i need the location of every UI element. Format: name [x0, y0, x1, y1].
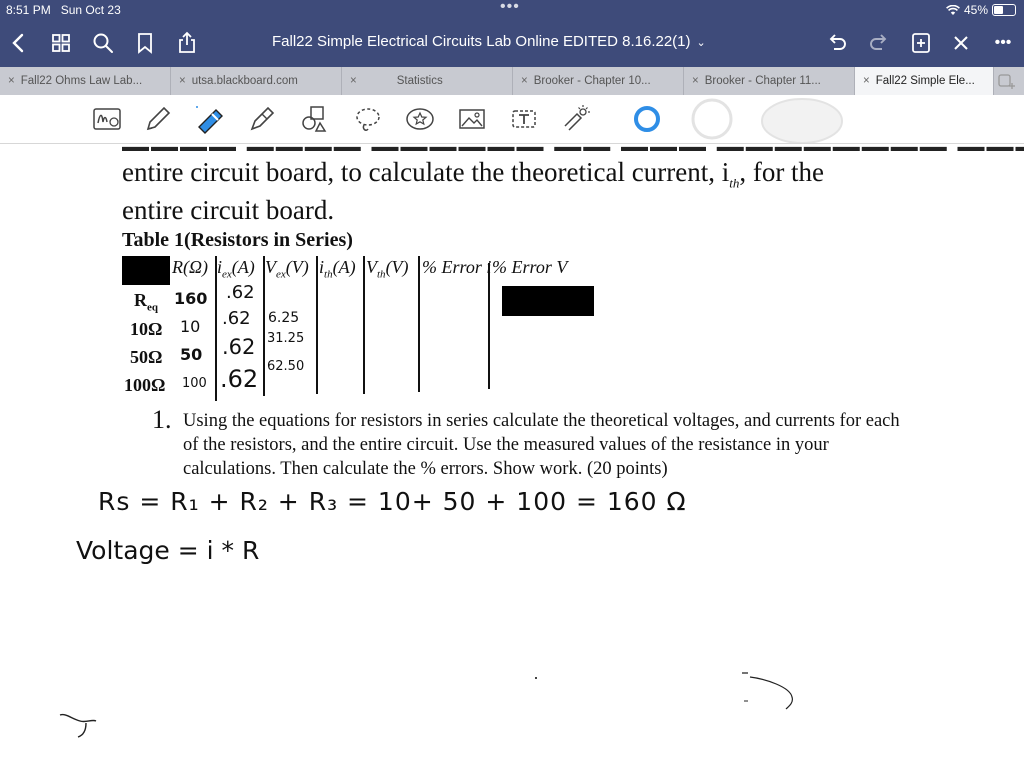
status-bar: 8:51 PM Sun Oct 23 ••• 45% — [0, 0, 1024, 20]
pen-icon[interactable] — [142, 103, 174, 135]
hand-v-50: 31.25 — [267, 331, 305, 346]
share-icon[interactable] — [174, 30, 200, 56]
hand-i-req: .62 — [226, 282, 255, 303]
hand-v-100: 62.50 — [267, 359, 305, 374]
hand-v-10: 6.25 — [268, 310, 300, 326]
blue-color-swatch-icon[interactable] — [631, 103, 663, 135]
tab-simple-electrical[interactable]: × Fall22 Simple Ele... — [855, 67, 994, 95]
hand-equation-rs: Rs = R₁ + R₂ + R₃ = 10+ 50 + 100 = 160 Ω — [98, 487, 687, 516]
tab-brooker-11[interactable]: × Brooker - Chapter 11... — [684, 67, 855, 95]
row-label-10: 10Ω — [130, 319, 163, 339]
more-icon[interactable]: ••• — [990, 30, 1016, 56]
table-rule — [263, 256, 265, 396]
header-v-ex: Vex(V) — [265, 257, 309, 281]
app-header: 8:51 PM Sun Oct 23 ••• 45% Fall22 Simple… — [0, 0, 1024, 67]
table-rule — [363, 256, 365, 394]
table-rule — [418, 256, 420, 392]
stray-pen-mark — [59, 713, 97, 738]
stickers-icon[interactable] — [404, 103, 436, 135]
nav-bar: Fall22 Simple Electrical Circuits Lab On… — [0, 22, 1024, 64]
row-label-100: 100Ω — [124, 375, 166, 395]
table-title: Table 1(Resistors in Series) — [122, 229, 353, 251]
status-time: 8:51 PM Sun Oct 23 — [6, 3, 121, 17]
image-icon[interactable] — [456, 103, 488, 135]
highlighter-icon[interactable] — [194, 103, 226, 135]
body-line-2: entire circuit board. — [122, 195, 335, 225]
battery-icon — [992, 4, 1016, 16]
chevron-down-icon[interactable]: ⌄ — [697, 37, 706, 49]
table-rule — [215, 256, 217, 401]
table-rule — [316, 256, 318, 394]
header-resistance: R(Ω) — [172, 257, 208, 277]
tab-statistics[interactable]: × Statistics — [342, 67, 513, 95]
redaction-block — [122, 256, 170, 285]
close-icon[interactable] — [948, 30, 974, 56]
search-icon[interactable] — [90, 30, 116, 56]
tab-brooker-10[interactable]: × Brooker - Chapter 10... — [513, 67, 684, 95]
tab-close-icon[interactable]: × — [179, 75, 186, 87]
tab-blackboard[interactable]: × utsa.blackboard.com — [171, 67, 342, 95]
status-right: 45% — [946, 3, 1016, 17]
hand-i-50: .62 — [222, 335, 256, 359]
redo-icon[interactable] — [866, 30, 892, 56]
tab-close-icon[interactable]: × — [8, 75, 15, 87]
redaction-block — [502, 286, 594, 316]
tab-bar: × Fall22 Ohms Law Lab... × utsa.blackboard… — [0, 67, 1024, 95]
hand-r-100: 100 — [182, 376, 207, 391]
undo-icon[interactable] — [824, 30, 850, 56]
hand-i-100: .62 — [220, 365, 259, 393]
stray-dot — [535, 677, 537, 679]
handwriting-to-text-icon[interactable] — [92, 103, 124, 135]
header-v-th: Vth(V) — [366, 257, 409, 281]
wifi-icon — [946, 4, 960, 15]
tab-ohms-law[interactable]: × Fall22 Ohms Law Lab... — [0, 67, 171, 95]
laser-pointer-icon[interactable] — [560, 103, 592, 135]
tab-close-icon[interactable]: × — [692, 75, 699, 87]
document-title[interactable]: Fall22 Simple Electrical Circuits Lab On… — [272, 33, 706, 50]
annotation-toolbar — [0, 95, 1024, 144]
grid-icon[interactable] — [48, 30, 74, 56]
new-tab-icon[interactable] — [998, 73, 1016, 94]
item-text: Using the equations for resistors in ser… — [183, 411, 900, 479]
document-page[interactable]: ▬▬▬▬ ▬▬▬▬ ▬▬▬▬▬▬ ▬▬ ▬▬▬ ▬▬▬▬▬▬▬▬ ▬▬▬▬▬▬▬… — [0, 143, 1024, 768]
body-line-1: entire circuit board, to calculate the t… — [122, 157, 825, 191]
header-error-i: % Error i — [422, 257, 492, 277]
tab-close-icon[interactable]: × — [863, 75, 870, 87]
cut-off-line: ▬▬▬▬ ▬▬▬▬ ▬▬▬▬▬▬ ▬▬ ▬▬▬ ▬▬▬▬▬▬▬▬ ▬▬▬▬▬▬▬… — [122, 143, 1024, 151]
multitask-dots[interactable]: ••• — [500, 0, 520, 16]
table-rule — [488, 263, 490, 389]
tab-close-icon[interactable]: × — [350, 75, 357, 87]
shapes-icon[interactable] — [298, 103, 330, 135]
hand-equation-voltage: Voltage = i * R — [76, 536, 260, 565]
back-chevron-icon[interactable] — [6, 30, 32, 56]
stray-pen-mark — [742, 672, 793, 710]
hand-r-10: 10 — [180, 317, 201, 336]
header-i-th: ith(A) — [319, 257, 356, 281]
row-label-50: 50Ω — [130, 347, 163, 367]
header-i-ex: iex(A) — [217, 257, 255, 281]
text-box-icon[interactable] — [508, 103, 540, 135]
hand-r-req: 160 — [174, 289, 208, 308]
bookmark-icon[interactable] — [132, 30, 158, 56]
row-label-req: Req — [134, 290, 158, 314]
lasso-icon[interactable] — [352, 103, 384, 135]
item-number: 1. — [152, 405, 172, 434]
header-error-v: % Error V — [492, 257, 568, 277]
battery-percent: 45% — [963, 3, 988, 17]
eraser-icon[interactable] — [246, 103, 278, 135]
color-swatch-icon[interactable] — [688, 95, 736, 143]
hand-r-50: 50 — [180, 345, 203, 364]
add-page-icon[interactable] — [908, 30, 934, 56]
tab-close-icon[interactable]: × — [521, 75, 528, 87]
hand-i-10: .62 — [222, 308, 251, 329]
color-swatch-icon[interactable] — [760, 95, 844, 143]
